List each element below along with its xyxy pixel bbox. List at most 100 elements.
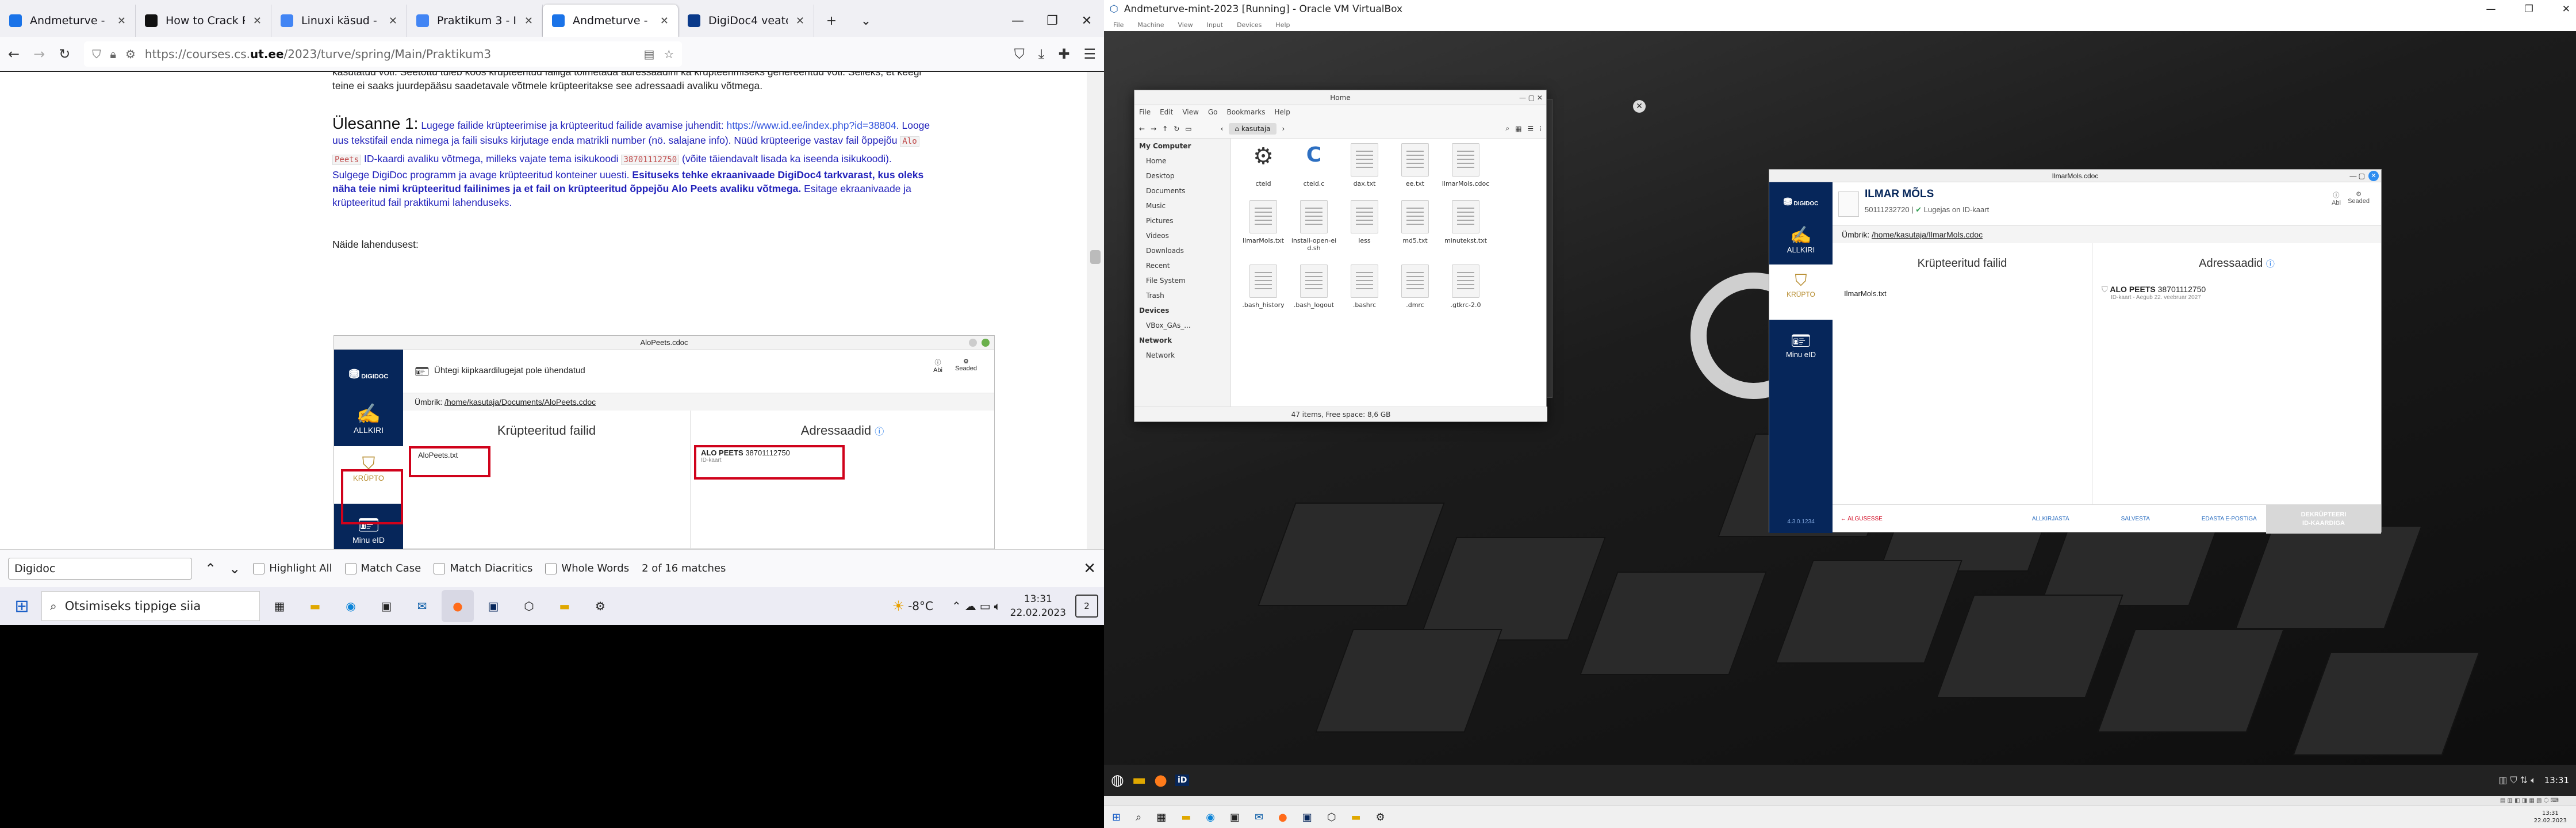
extensions-icon[interactable]: ✚	[1058, 46, 1070, 62]
find-input[interactable]: Digidoc	[8, 557, 192, 580]
sidebar-item-network[interactable]: Network	[1134, 348, 1230, 363]
menu-help[interactable]: Help	[1275, 21, 1290, 29]
file-item[interactable]: .dmrc	[1390, 264, 1440, 309]
tab-list-chevron-icon[interactable]: ⌄	[849, 5, 883, 37]
mail-icon[interactable]: ✉	[406, 590, 438, 622]
back-icon[interactable]: ←	[1139, 125, 1145, 133]
close-tab-icon[interactable]: ✕	[389, 15, 397, 27]
sidebar-item-downloads[interactable]: Downloads	[1134, 243, 1230, 258]
save-button[interactable]: SALVESTA	[2121, 516, 2150, 522]
digidoc-icon[interactable]: ▣	[477, 590, 509, 622]
file-explorer-icon[interactable]: ▬	[1181, 811, 1191, 823]
close-icon[interactable]: ✕	[1070, 5, 1104, 37]
folder-icon[interactable]: ▬	[1351, 811, 1361, 823]
close-tab-icon[interactable]: ✕	[253, 15, 262, 27]
match-diacritics-checkbox[interactable]: Match Diacritics	[434, 562, 532, 574]
menu-view[interactable]: View	[1182, 105, 1198, 119]
compact-view-icon[interactable]: ⁞	[1539, 125, 1542, 133]
url-text[interactable]: https://courses.cs.ut.ee/2023/turve/spri…	[145, 47, 635, 61]
file-item[interactable]: IlmarMols.txt	[1238, 200, 1289, 252]
tab-1[interactable]: Andmeturve - Kursus ✕	[0, 5, 136, 37]
find-next-icon[interactable]: ⌄	[229, 561, 240, 577]
nav-crypto-active[interactable]: ⛉ KRÜPTO	[1769, 264, 1833, 320]
file-item[interactable]: ⚙ cteid	[1238, 143, 1289, 187]
nav-my-eid[interactable]: 🪪︎ Minu eID	[1769, 331, 1833, 359]
tab-3[interactable]: Linuxi käsud - Google ✕	[271, 5, 407, 37]
taskbar-search[interactable]: ⌕ Otsimiseks tippige siia	[41, 591, 260, 621]
mint-clock[interactable]: 13:31	[2544, 775, 2569, 785]
help-button[interactable]: ⓘ Abi	[2332, 190, 2341, 206]
file-item[interactable]: Ccteid.c	[1289, 143, 1339, 187]
sidebar-item-vbox[interactable]: VBox_GAs_...	[1134, 318, 1230, 333]
windows-start-icon[interactable]: ⊞	[6, 590, 38, 622]
digidoc-panel-icon[interactable]: iD	[1175, 775, 1190, 786]
menu-edit[interactable]: Edit	[1160, 105, 1173, 119]
find-previous-icon[interactable]: ⌃	[205, 561, 216, 577]
path-right-icon[interactable]: ›	[1282, 125, 1285, 133]
lock-icon[interactable]: 🔒︎	[110, 47, 116, 61]
file-explorer-icon[interactable]: ▬	[299, 590, 331, 622]
mint-menu-icon[interactable]: ◍	[1111, 772, 1124, 789]
menu-view[interactable]: View	[1178, 21, 1193, 29]
file-item[interactable]: .bash_history	[1238, 264, 1289, 309]
menu-icon[interactable]: ☰	[1083, 46, 1096, 62]
close-tab-icon[interactable]: ✕	[796, 15, 804, 27]
bookmark-star-icon[interactable]: ☆	[664, 47, 674, 61]
highlight-all-checkbox[interactable]: Highlight All	[253, 562, 332, 574]
downloads-icon[interactable]: ⤓	[1038, 46, 1045, 62]
menu-devices[interactable]: Devices	[1237, 21, 1262, 29]
clock[interactable]: 13:31 22.02.2023	[1010, 592, 1066, 620]
file-item[interactable]: .bashrc	[1339, 264, 1390, 309]
scrollbar-thumb[interactable]	[1090, 250, 1101, 264]
close-find-icon[interactable]: ✕	[1083, 560, 1096, 577]
path-crumb[interactable]: ⌂ kasutaja	[1229, 122, 1276, 135]
url-bar[interactable]: ⛉ 🔒︎ ⚙ https://courses.cs.ut.ee/2023/tur…	[84, 41, 683, 67]
bg-window-close-icon[interactable]: ✕	[1633, 100, 1646, 113]
sidebar-item-documents[interactable]: Documents	[1134, 183, 1230, 198]
file-item[interactable]: IlmarMols.txt	[1844, 289, 1887, 298]
weather-temp[interactable]: -8°C	[908, 599, 933, 613]
path-left-icon[interactable]: ‹	[1221, 125, 1224, 133]
forward-icon[interactable]: →	[33, 46, 45, 62]
pocket-icon[interactable]: ⛉	[1014, 46, 1025, 62]
reload-icon[interactable]: ↻	[1174, 125, 1179, 133]
file-item[interactable]: .bash_logout	[1289, 264, 1339, 309]
virtualbox-icon[interactable]: ⬡	[1327, 811, 1336, 823]
nav-sign[interactable]: ✍ ALLKIRI	[1769, 225, 1833, 254]
computer-icon[interactable]: ▭	[1185, 125, 1191, 133]
new-tab-icon[interactable]: +	[814, 5, 849, 37]
file-item[interactable]: .gtkrc-2.0	[1440, 264, 1491, 309]
back-icon[interactable]: ←	[8, 46, 20, 62]
cloud-icon[interactable]: ☁	[965, 599, 976, 613]
notifications-icon[interactable]: 2	[1075, 595, 1098, 618]
file-item[interactable]: minutekst.txt	[1440, 200, 1491, 252]
guide-link[interactable]: https://www.id.ee/index.php?id=38804	[726, 120, 896, 131]
file-item[interactable]: IlmarMols.cdoc	[1440, 143, 1491, 187]
sidebar-item-videos[interactable]: Videos	[1134, 228, 1230, 243]
maximize-icon[interactable]: ❐	[1035, 5, 1070, 37]
search-icon[interactable]: ⌕	[1136, 811, 1141, 823]
info-icon[interactable]: ⓘ	[2266, 259, 2275, 269]
minimize-icon[interactable]: —	[2486, 3, 2496, 15]
close-tab-icon[interactable]: ✕	[660, 15, 669, 27]
sign-button[interactable]: ALLKIRJASTA	[2032, 516, 2069, 522]
mail-icon[interactable]: ✉	[1255, 811, 1263, 823]
close-tab-icon[interactable]: ✕	[117, 15, 126, 27]
whole-words-checkbox[interactable]: Whole Words	[545, 562, 629, 574]
menu-file[interactable]: File	[1139, 105, 1151, 119]
settings-button[interactable]: ⚙ Seaded	[2348, 190, 2370, 205]
close-tab-icon[interactable]: ✕	[524, 15, 533, 27]
sidebar-item-desktop[interactable]: Desktop	[1134, 168, 1230, 183]
firefox-icon[interactable]: ●	[1278, 811, 1287, 823]
file-item[interactable]: dax.txt	[1339, 143, 1390, 187]
reader-view-icon[interactable]: ▤	[643, 47, 654, 61]
window-controls-icon[interactable]: — ▢ ✕	[1519, 90, 1543, 105]
digidoc-window-controls-icon[interactable]: — ▢	[2349, 170, 2365, 182]
file-item[interactable]: md5.txt	[1390, 200, 1440, 252]
menu-input[interactable]: Input	[1207, 21, 1223, 29]
close-icon[interactable]: ✕	[2562, 3, 2570, 15]
tab-2[interactable]: How to Crack Passwo ✕	[136, 5, 271, 37]
menu-go[interactable]: Go	[1208, 105, 1218, 119]
folder-icon[interactable]: ▬	[549, 590, 581, 622]
list-view-icon[interactable]: ☰	[1527, 125, 1534, 133]
